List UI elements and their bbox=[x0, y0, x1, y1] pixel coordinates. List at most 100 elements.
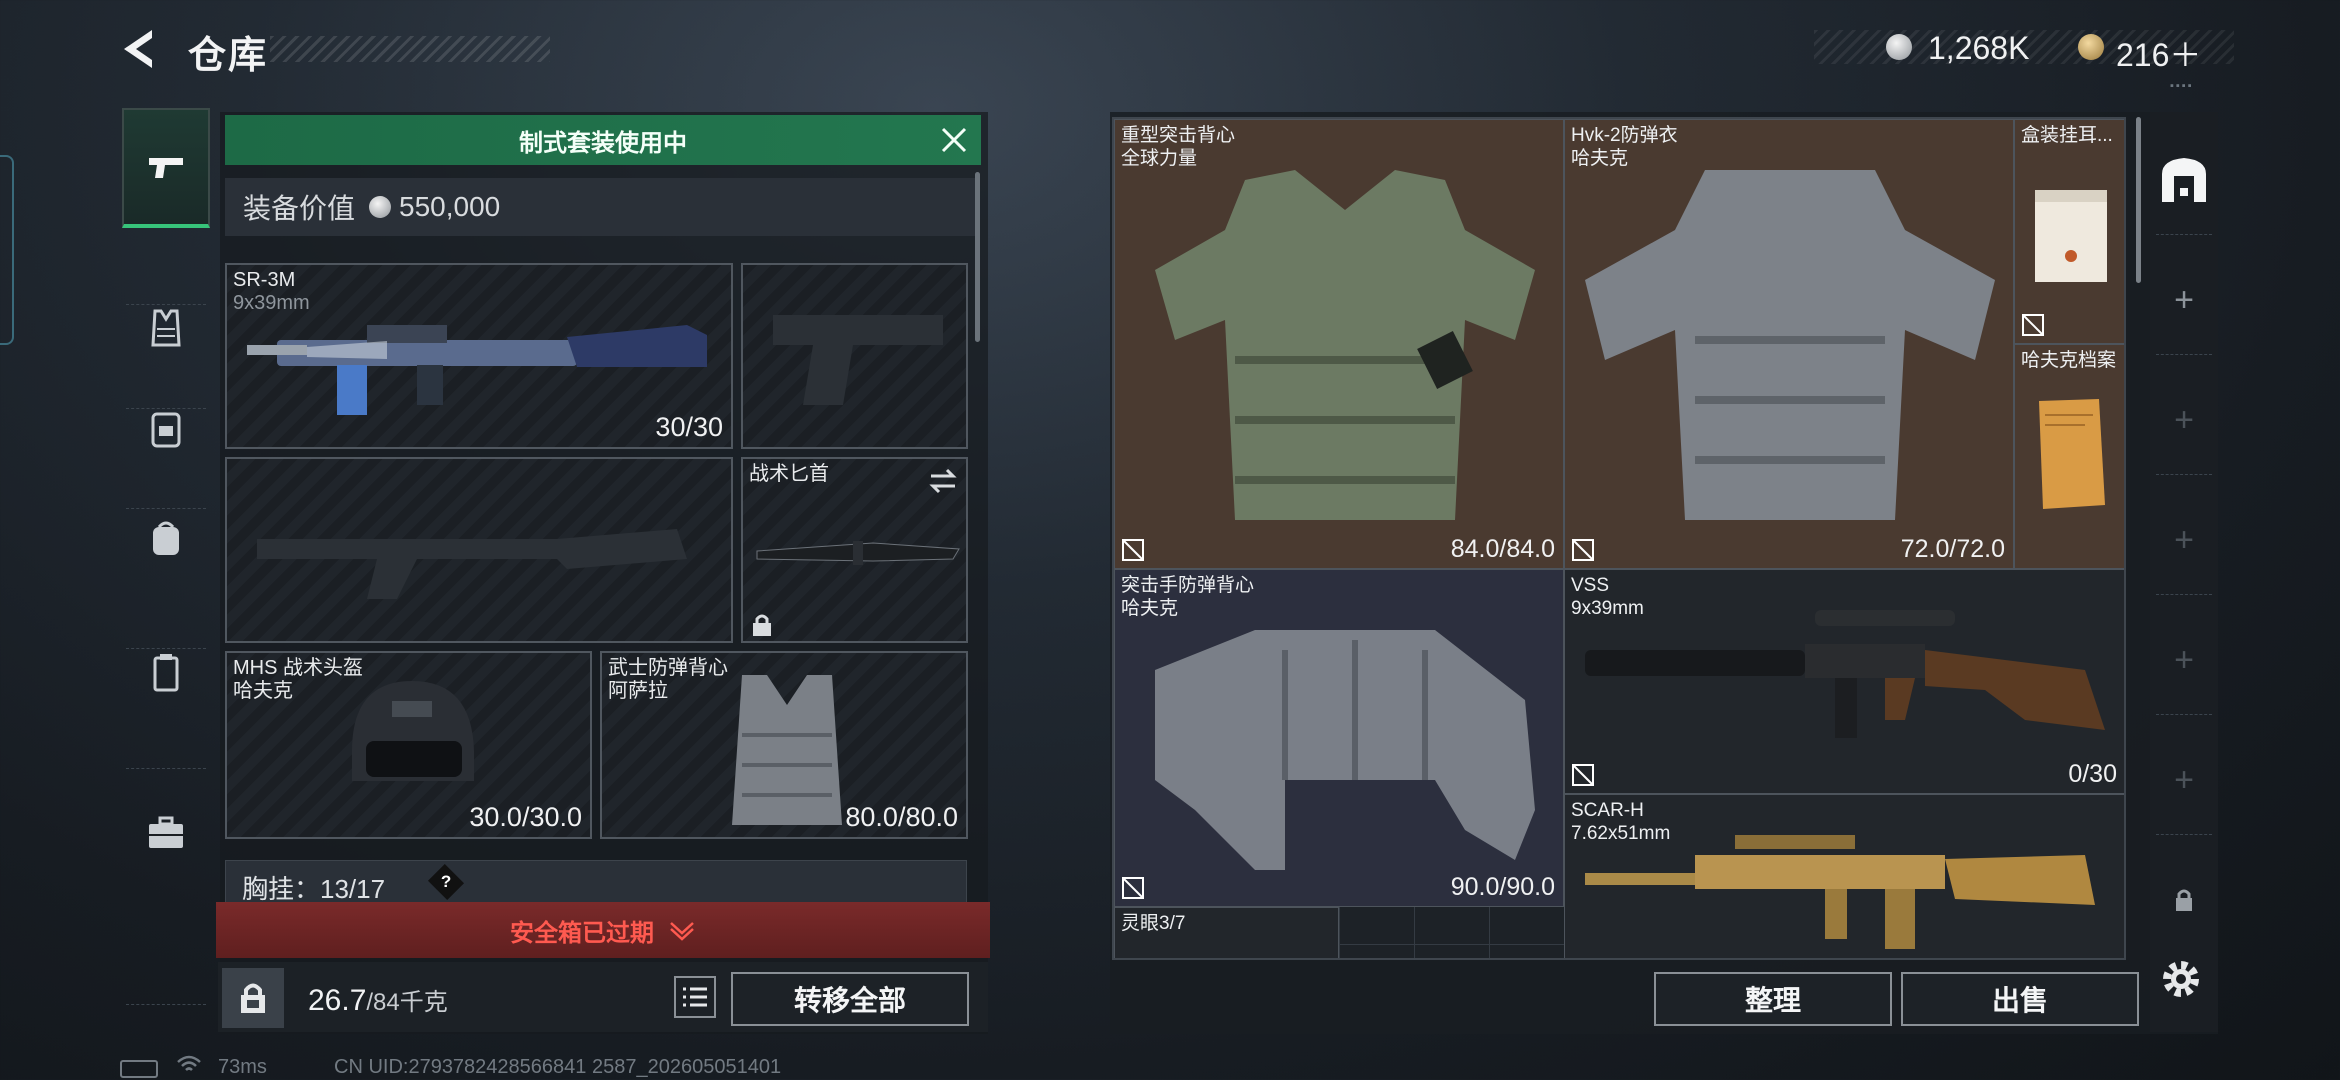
page-title: 仓库 bbox=[188, 35, 269, 77]
stash-grid: 重型突击背心 全球力量 84.0/84.0 Hvk-2防弹衣 哈夫克 72.0/… bbox=[1112, 117, 2126, 960]
safe-box-expired-bar[interactable]: 安全箱已过期 bbox=[216, 902, 990, 958]
silver-currency-amount[interactable]: 1,268K bbox=[1928, 30, 2029, 67]
decoration-dots: ▪▪▪▪ bbox=[2170, 80, 2194, 92]
item-name: 盒装挂耳... bbox=[2021, 125, 2113, 146]
stash-item-hvk2-armor[interactable]: Hvk-2防弹衣 哈夫克 72.0/72.0 bbox=[1564, 119, 2014, 569]
item-name: 哈夫克档案 bbox=[2021, 350, 2117, 371]
add-tab-plus-icon[interactable]: + bbox=[2150, 360, 2218, 480]
lock-icon bbox=[753, 614, 771, 636]
swap-icon[interactable] bbox=[927, 467, 959, 495]
rifle-image bbox=[247, 325, 707, 415]
stash-item-assault-vest[interactable]: 突击手防弹背心 哈夫克 90.0/90.0 bbox=[1114, 569, 1564, 907]
carry-weight: 26.7/84千克 bbox=[308, 982, 448, 1018]
list-icon[interactable] bbox=[674, 976, 716, 1018]
pouch-icon bbox=[153, 654, 179, 692]
gold-coin-icon bbox=[2078, 34, 2104, 60]
sell-button[interactable]: 出售 bbox=[1901, 972, 2139, 1026]
coffee-box-image bbox=[2035, 190, 2107, 282]
item-durability: 84.0/84.0 bbox=[1450, 535, 1555, 563]
stash-home-tab[interactable] bbox=[2150, 120, 2218, 240]
stash-item-haavk-files[interactable]: 哈夫克档案 bbox=[2014, 344, 2124, 569]
chest-rig-capacity: 13/17 bbox=[320, 874, 386, 904]
transfer-all-button[interactable]: 转移全部 bbox=[731, 972, 969, 1026]
body-armor-slot[interactable]: 武士防弹背心 阿萨拉 80.0/80.0 bbox=[600, 651, 968, 839]
wifi-icon bbox=[176, 1054, 202, 1080]
pistol-silhouette-icon bbox=[773, 315, 943, 405]
stash-item-scope[interactable]: 灵眼3/7 bbox=[1114, 907, 1339, 958]
chest-rig-label: 胸挂： bbox=[242, 874, 321, 904]
stash-item-vss[interactable]: VSS 9x39mm 0/30 bbox=[1564, 569, 2124, 794]
equipment-value-amount: 550,000 bbox=[399, 191, 501, 222]
vest-icon bbox=[151, 309, 181, 347]
lock-icon bbox=[2176, 889, 2192, 911]
pistol-icon bbox=[149, 158, 183, 178]
gold-currency-amount[interactable]: 216＋ bbox=[2116, 30, 2201, 76]
warehouse-icon bbox=[2162, 158, 2206, 202]
battery-icon bbox=[120, 1060, 158, 1078]
chevron-down-icon bbox=[670, 922, 694, 941]
silver-coin-icon bbox=[369, 196, 392, 218]
primary-weapon-slot[interactable]: SR-3M 9x39mm 30/30 bbox=[225, 263, 733, 449]
chest-rig-row[interactable]: 胸挂：13/17 bbox=[225, 860, 967, 906]
vss-rifle-image bbox=[1585, 610, 2105, 738]
armor-name: 武士防弹背心 bbox=[608, 657, 728, 679]
stash-item-scar-h[interactable]: SCAR-H 7.62x51mm bbox=[1564, 794, 2124, 958]
knife-name: 战术匕首 bbox=[749, 463, 829, 485]
file-folder-image bbox=[2039, 399, 2105, 509]
carry-weight-value: 26.7 bbox=[308, 984, 367, 1017]
nav-weapons[interactable] bbox=[122, 108, 210, 228]
safe-box-status: 安全箱已过期 bbox=[510, 919, 654, 947]
stash-item-coffee-box[interactable]: 盒装挂耳... bbox=[2014, 119, 2124, 344]
lock-icon[interactable] bbox=[222, 968, 284, 1028]
category-nav bbox=[122, 108, 210, 1008]
knife-slot[interactable]: 战术匕首 bbox=[741, 457, 968, 643]
scar-h-rifle-image bbox=[1585, 835, 2095, 949]
hvk2-armor-image bbox=[1585, 170, 1995, 520]
item-name: 突击手防弹背心 bbox=[1121, 575, 1255, 596]
ping-value: 73ms bbox=[218, 1056, 267, 1078]
add-tab-plus-icon[interactable]: + bbox=[2150, 240, 2218, 360]
item-durability: 90.0/90.0 bbox=[1450, 873, 1555, 901]
nav-armor[interactable] bbox=[122, 278, 210, 378]
pistol-slot[interactable] bbox=[741, 263, 968, 449]
nav-backpack[interactable] bbox=[122, 468, 210, 608]
item-name: 灵眼3/7 bbox=[1121, 913, 1186, 934]
vest-image bbox=[732, 675, 842, 825]
title-stripe-decoration bbox=[270, 36, 550, 62]
add-tab-plus-icon[interactable]: + bbox=[2150, 720, 2218, 840]
knife-image bbox=[756, 541, 960, 565]
add-tab-plus-icon[interactable]: + bbox=[2150, 600, 2218, 720]
no-sell-icon bbox=[1122, 877, 1144, 899]
no-sell-icon bbox=[1572, 539, 1594, 561]
preset-in-use-banner: 制式套装使用中 bbox=[225, 115, 981, 165]
helmet-image bbox=[352, 681, 474, 781]
loadout-scrollbar[interactable] bbox=[975, 172, 980, 342]
add-tab-plus-icon[interactable]: + bbox=[2150, 480, 2218, 600]
equipment-value: 装备价值 550,000 bbox=[225, 178, 975, 236]
assault-vest-image bbox=[1155, 630, 1535, 870]
side-drawer-handle[interactable] bbox=[0, 155, 14, 345]
secondary-weapon-slot[interactable] bbox=[225, 457, 733, 643]
locked-tab[interactable] bbox=[2150, 840, 2218, 960]
user-uid: CN UID:2793782428566841 2587_20260505140… bbox=[334, 1056, 782, 1078]
helmet-slot[interactable]: MHS 战术头盔 哈夫克 30.0/30.0 bbox=[225, 651, 592, 839]
nav-pouch[interactable] bbox=[122, 613, 210, 733]
armor-durability: 80.0/80.0 bbox=[845, 802, 958, 832]
sort-button[interactable]: 整理 bbox=[1654, 972, 1892, 1026]
gear-icon[interactable] bbox=[2158, 956, 2204, 1002]
nav-toolbox[interactable] bbox=[122, 768, 210, 898]
weapon-durability: 30/30 bbox=[655, 412, 723, 442]
close-icon[interactable] bbox=[938, 124, 970, 156]
helmet-durability: 30.0/30.0 bbox=[469, 802, 582, 832]
no-sell-icon bbox=[1122, 539, 1144, 561]
armor-brand: 阿萨拉 bbox=[608, 680, 668, 702]
heavy-vest-image bbox=[1155, 170, 1535, 520]
equipment-value-label: 装备价值 bbox=[243, 193, 356, 224]
back-icon[interactable] bbox=[118, 26, 164, 72]
backpack-icon bbox=[153, 521, 179, 555]
item-durability: 0/30 bbox=[2068, 760, 2117, 788]
stash-item-heavy-assault-vest[interactable]: 重型突击背心 全球力量 84.0/84.0 bbox=[1114, 119, 1564, 569]
no-sell-icon bbox=[1572, 764, 1594, 786]
stash-scrollbar[interactable] bbox=[2136, 117, 2141, 283]
item-durability: 72.0/72.0 bbox=[1900, 535, 2005, 563]
